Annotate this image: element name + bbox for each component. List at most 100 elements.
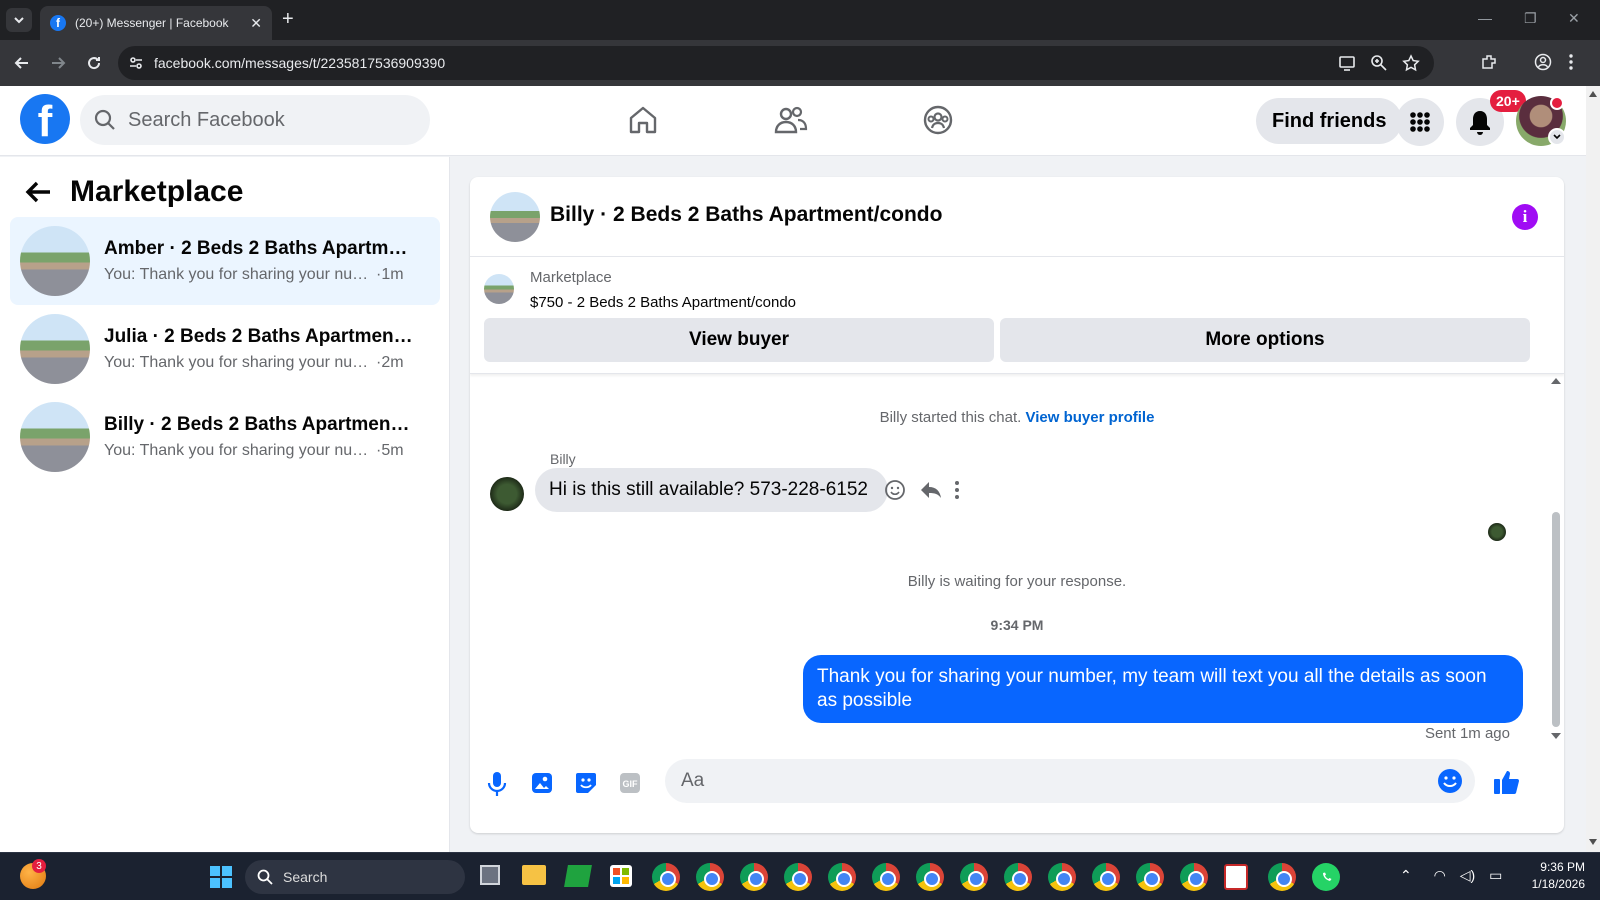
account-chevron-icon[interactable] [1548, 128, 1566, 146]
reply-icon[interactable] [919, 479, 943, 501]
chrome-app-icon[interactable] [740, 863, 768, 891]
conversation-time: ·1m [376, 266, 404, 283]
facebook-logo-icon[interactable]: f [20, 94, 70, 144]
back-arrow-icon[interactable] [24, 180, 52, 204]
chat-header: Billy · 2 Beds 2 Baths Apartment/condo i [470, 177, 1564, 257]
new-tab-icon[interactable]: + [282, 8, 294, 30]
message-input-box[interactable] [665, 759, 1475, 803]
incoming-message[interactable]: Hi is this still available? 573-228-6152 [535, 468, 888, 512]
reload-icon[interactable] [84, 53, 104, 73]
friends-icon[interactable] [773, 102, 809, 138]
list-item[interactable]: Amber · 2 Beds 2 Baths Apartment/condo Y… [10, 217, 440, 305]
emoji-icon[interactable] [1437, 768, 1463, 794]
site-settings-icon[interactable] [128, 55, 144, 71]
chrome-app-icon[interactable] [872, 863, 900, 891]
conversation-preview: You: Thank you for sharing your number, … [104, 442, 376, 459]
chrome-app-icon[interactable] [828, 863, 856, 891]
scroll-up-arrow-icon[interactable] [1550, 377, 1562, 385]
view-buyer-profile-link[interactable]: View buyer profile [1025, 409, 1154, 426]
task-view-icon[interactable] [480, 865, 500, 885]
minimize-icon[interactable]: — [1478, 10, 1492, 26]
chat-start-notice: Billy started this chat. View buyer prof… [470, 409, 1564, 426]
tab-list-button[interactable] [6, 8, 32, 32]
sent-status: Sent 1m ago [1424, 725, 1510, 742]
tab-title: (20+) Messenger | Facebook [75, 16, 229, 30]
list-item[interactable]: Billy · 2 Beds 2 Baths Apartment/condo Y… [10, 393, 440, 481]
url-text[interactable]: facebook.com/messages/t/2235817536909390 [154, 55, 1338, 71]
chat-listing-avatar[interactable] [490, 192, 540, 242]
taskbar-search-label: Search [283, 869, 328, 885]
back-icon[interactable] [12, 53, 32, 73]
browser-profile-icon[interactable] [1534, 53, 1552, 71]
store-icon[interactable] [610, 865, 632, 887]
snipping-tool-icon[interactable] [1224, 864, 1248, 890]
chrome-app-icon[interactable] [696, 863, 724, 891]
find-friends-button[interactable]: Find friends [1256, 98, 1403, 144]
whatsapp-icon[interactable] [1312, 863, 1340, 891]
listing-label: Marketplace [530, 269, 612, 286]
conversation-name: Billy · 2 Beds 2 Baths Apartment/condo [104, 414, 414, 435]
menu-grid-icon[interactable] [1396, 98, 1444, 146]
more-options-button[interactable]: More options [1000, 318, 1530, 362]
gif-icon[interactable]: GIF [618, 771, 642, 795]
listing-title[interactable]: $750 - 2 Beds 2 Baths Apartment/condo [530, 294, 796, 311]
scroll-down-arrow-icon[interactable] [1550, 732, 1562, 740]
page-scrollbar[interactable] [1586, 86, 1600, 852]
close-tab-icon[interactable]: ✕ [250, 15, 262, 32]
sender-avatar[interactable] [490, 477, 524, 511]
address-bar[interactable]: facebook.com/messages/t/2235817536909390 [118, 46, 1434, 80]
message-timestamp: 9:34 PM [990, 617, 1044, 633]
outgoing-message[interactable]: Thank you for sharing your number, my te… [803, 655, 1523, 723]
search-icon [257, 869, 273, 885]
page-scroll-down-icon[interactable] [1588, 838, 1598, 846]
browser-tab[interactable]: f (20+) Messenger | Facebook ✕ [40, 6, 272, 40]
chrome-app-icon[interactable] [784, 863, 812, 891]
forward-icon[interactable] [48, 53, 68, 73]
chat-title[interactable]: Billy · 2 Beds 2 Baths Apartment/condo [550, 203, 942, 227]
sticker-icon[interactable] [574, 771, 598, 795]
chrome-app-icon[interactable] [1180, 863, 1208, 891]
restore-icon[interactable]: ❐ [1524, 10, 1537, 27]
extensions-icon[interactable] [1480, 53, 1498, 71]
chrome-app-icon[interactable] [652, 863, 680, 891]
taskbar-clock[interactable]: 9:36 PM 1/18/2026 [1505, 859, 1585, 893]
more-actions-icon[interactable] [954, 479, 960, 501]
thumbs-up-icon[interactable] [1492, 767, 1522, 797]
facebook-search[interactable] [80, 95, 430, 145]
windows-taskbar: 3 Search ⌃ ◠ ◁) ▭ 9:36 PM 1/18/2026 [0, 852, 1600, 900]
react-smiley-icon[interactable] [884, 479, 906, 501]
search-input[interactable] [128, 108, 408, 132]
bookmark-star-icon[interactable] [1402, 54, 1420, 72]
volume-icon[interactable]: ◁) [1460, 867, 1475, 883]
chrome-app-icon[interactable] [1092, 863, 1120, 891]
home-icon[interactable] [625, 102, 661, 138]
file-explorer-icon[interactable] [522, 865, 546, 885]
microphone-icon[interactable] [486, 771, 508, 797]
message-input[interactable] [681, 770, 1437, 792]
view-buyer-button[interactable]: View buyer [484, 318, 994, 362]
page-scroll-up-icon[interactable] [1588, 90, 1598, 98]
chrome-app-icon[interactable] [916, 863, 944, 891]
close-window-icon[interactable]: ✕ [1568, 10, 1580, 27]
attach-photo-icon[interactable] [530, 771, 554, 795]
browser-menu-icon[interactable] [1568, 53, 1574, 71]
stocks-app-icon[interactable] [564, 865, 592, 887]
install-app-icon[interactable] [1338, 54, 1356, 72]
info-icon[interactable]: i [1512, 204, 1538, 230]
battery-icon[interactable]: ▭ [1489, 867, 1502, 883]
svg-text:GIF: GIF [623, 779, 639, 789]
windows-start-icon[interactable] [210, 866, 232, 888]
chrome-app-icon[interactable] [1136, 863, 1164, 891]
tray-overflow-icon[interactable]: ⌃ [1400, 867, 1412, 883]
groups-icon[interactable] [920, 102, 956, 138]
chrome-app-icon[interactable] [1268, 863, 1296, 891]
list-item[interactable]: Julia · 2 Beds 2 Baths Apartment/condo Y… [10, 305, 440, 393]
chat-scroll-thumb[interactable] [1552, 512, 1560, 727]
chrome-app-icon[interactable] [1048, 863, 1076, 891]
taskbar-search[interactable]: Search [245, 860, 465, 894]
chrome-app-icon[interactable] [960, 863, 988, 891]
chrome-app-icon[interactable] [1004, 863, 1032, 891]
chat-scrollbar[interactable] [1550, 377, 1562, 742]
zoom-icon[interactable] [1370, 54, 1388, 72]
wifi-icon[interactable]: ◠ [1434, 867, 1446, 883]
